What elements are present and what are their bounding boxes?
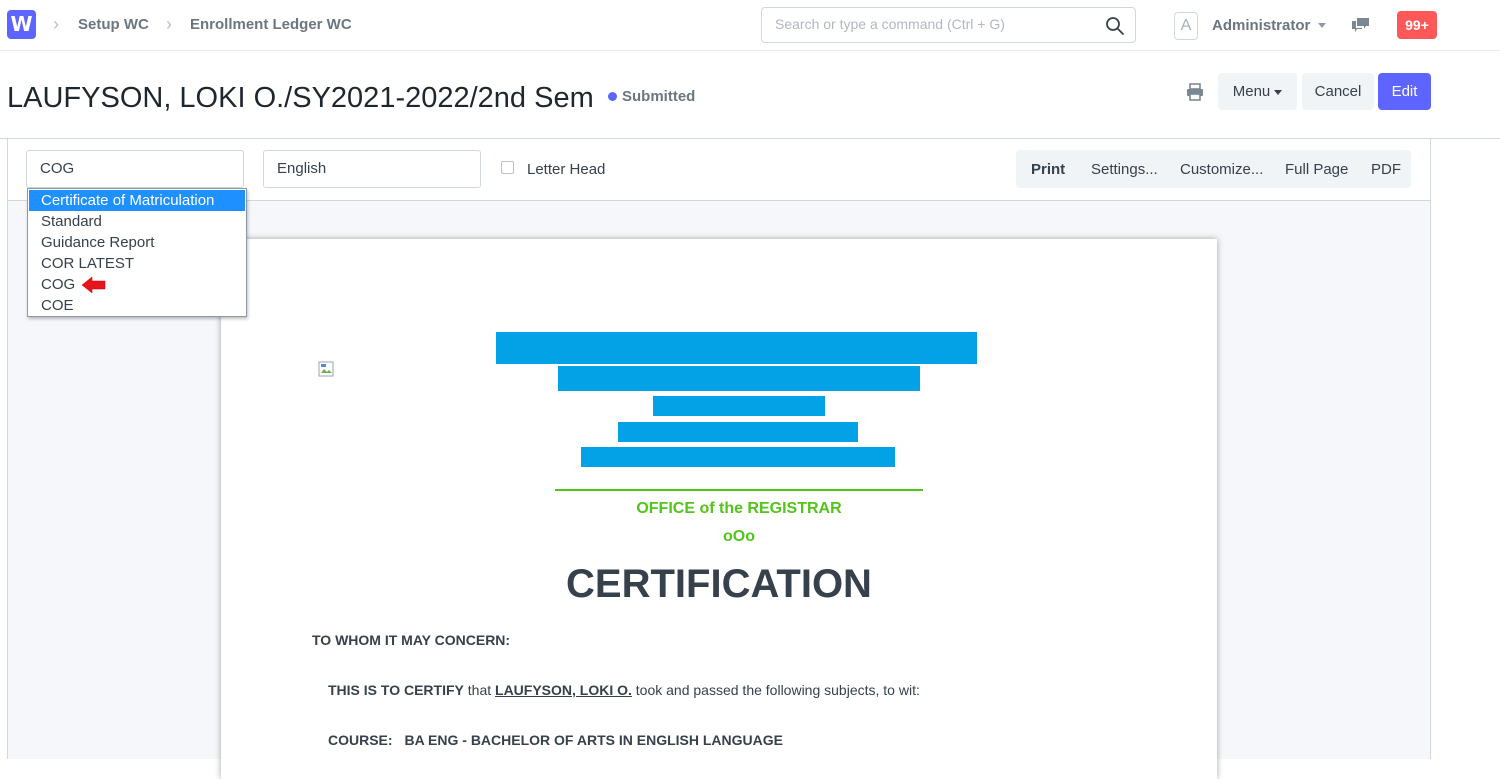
user-menu[interactable]: Administrator — [1212, 17, 1310, 34]
course-value: BA ENG - BACHELOR OF ARTS IN ENGLISH LAN… — [404, 732, 783, 748]
certificate-title: CERTIFICATION — [566, 562, 872, 606]
search-box[interactable] — [761, 7, 1136, 43]
print-button[interactable]: Print — [1031, 161, 1065, 178]
avatar[interactable]: A — [1174, 12, 1198, 40]
header-rule — [555, 489, 923, 491]
red-arrow-icon — [81, 276, 106, 294]
certify-that: that — [463, 682, 496, 698]
full-page-button[interactable]: Full Page — [1285, 161, 1348, 178]
dropdown-option[interactable]: COE — [29, 295, 74, 316]
print-format-select[interactable]: COG — [26, 150, 244, 188]
separator-ornament: oOo — [723, 528, 755, 545]
pdf-button[interactable]: PDF — [1371, 161, 1401, 178]
printer-icon[interactable] — [1185, 82, 1205, 102]
status-indicator — [608, 92, 617, 101]
cancel-button[interactable]: Cancel — [1302, 73, 1374, 110]
customize-button[interactable]: Customize... — [1180, 161, 1263, 178]
chevron-right-icon: › — [166, 14, 172, 34]
redacted-header-line — [618, 422, 858, 442]
dropdown-option[interactable]: Guidance Report — [29, 232, 154, 253]
settings-button[interactable]: Settings... — [1091, 161, 1158, 178]
dropdown-option[interactable]: COG — [29, 274, 75, 295]
navbar: W › Setup WC › Enrollment Ledger WC A Ad… — [0, 0, 1500, 51]
app-logo[interactable]: W — [7, 10, 36, 39]
breadcrumb-setup-wc[interactable]: Setup WC — [78, 16, 149, 33]
language-select[interactable]: English — [263, 150, 481, 188]
broken-image-icon — [318, 361, 334, 377]
student-name: LAUFYSON, LOKI O. — [495, 682, 632, 698]
caret-down-icon — [1274, 89, 1283, 95]
redacted-header-line — [496, 332, 977, 364]
letter-head-checkbox[interactable] — [501, 161, 514, 174]
breadcrumb-enrollment-ledger[interactable]: Enrollment Ledger WC — [190, 16, 352, 33]
search-input[interactable] — [775, 16, 1095, 32]
menu-button-label: Menu — [1232, 83, 1271, 100]
page-title: LAUFYSON, LOKI O./SY2021-2022/2nd Sem — [7, 82, 594, 114]
course-line: COURSE: BA ENG - BACHELOR OF ARTS IN ENG… — [328, 732, 783, 748]
print-format-dropdown: Certificate of Matriculation Standard Gu… — [27, 188, 247, 317]
certify-prefix: THIS IS TO CERTIFY — [328, 682, 464, 698]
salutation: TO WHOM IT MAY CONCERN: — [312, 632, 511, 648]
chevron-right-icon: › — [53, 14, 59, 34]
chevron-down-icon[interactable] — [1318, 23, 1326, 28]
notification-badge[interactable]: 99+ — [1397, 11, 1437, 39]
dropdown-option[interactable]: COR LATEST — [29, 253, 134, 274]
edit-button[interactable]: Edit — [1378, 73, 1431, 110]
redacted-header-line — [581, 447, 895, 467]
dropdown-option[interactable]: Certificate of Matriculation — [29, 190, 245, 211]
menu-button[interactable]: Menu — [1218, 73, 1297, 110]
status-badge: Submitted — [622, 88, 696, 105]
certify-suffix: took and passed the following subjects, … — [631, 682, 920, 698]
course-label: COURSE: — [328, 732, 393, 748]
letter-head-label: Letter Head — [527, 161, 606, 178]
certify-statement: THIS IS TO CERTIFY that LAUFYSON, LOKI O… — [328, 682, 920, 698]
office-name: OFFICE of the REGISTRAR — [636, 500, 842, 517]
dropdown-option[interactable]: Standard — [29, 211, 102, 232]
redacted-header-line — [653, 396, 825, 416]
redacted-header-line — [558, 366, 920, 391]
chat-icon[interactable] — [1351, 16, 1371, 34]
search-icon[interactable] — [1105, 16, 1125, 36]
